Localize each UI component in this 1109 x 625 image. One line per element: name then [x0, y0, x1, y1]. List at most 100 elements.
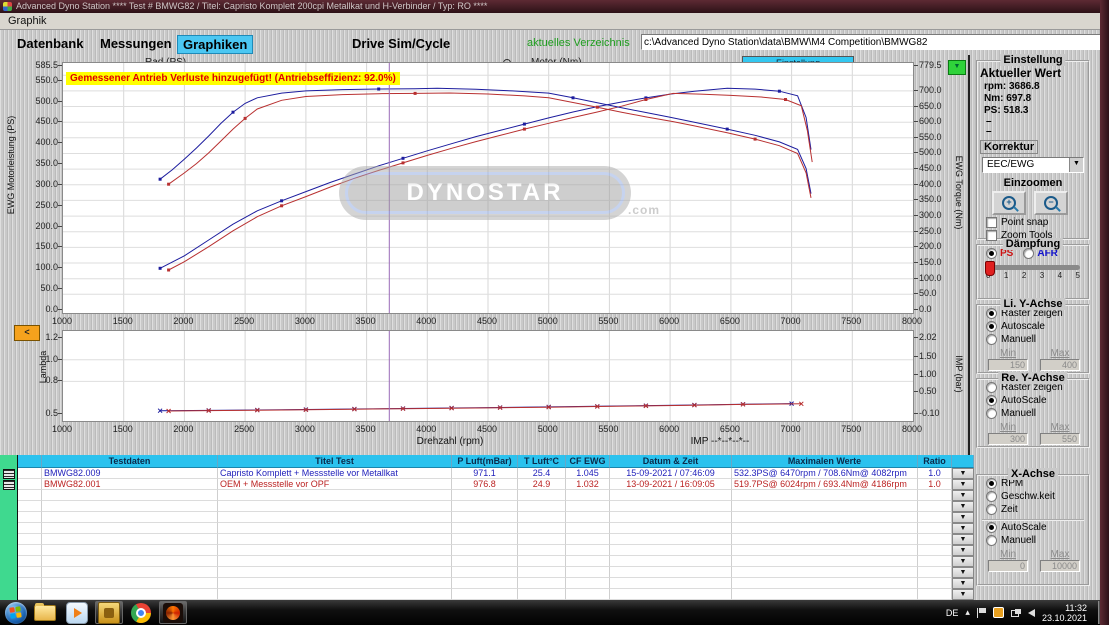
damping-slider[interactable] — [986, 265, 1080, 270]
row-dropdown-button[interactable]: ▼ — [952, 589, 974, 600]
row-dropdown-button[interactable]: ▼ — [952, 545, 974, 556]
table-cell[interactable]: 532.3PS@ 6470rpm / 708.6Nm@ 4082rpm — [732, 468, 918, 479]
radio-icon[interactable] — [986, 491, 997, 502]
radio-icon[interactable] — [986, 334, 997, 345]
radio-icon[interactable] — [986, 504, 997, 515]
hidden-icons-arrow-icon[interactable]: ▴ — [965, 607, 970, 618]
radio-icon[interactable] — [986, 478, 997, 489]
table-cell[interactable]: Capristo Komplett + Messstelle vor Metal… — [218, 468, 452, 479]
table-row[interactable]: BMWG82.001OEM + Messstelle vor OPF976.82… — [18, 479, 974, 490]
row-dropdown-button[interactable]: ▼ — [952, 512, 974, 523]
table-cell[interactable]: OEM + Messstelle vor OPF — [218, 479, 452, 490]
left-y-option-manuell[interactable]: Manuell — [986, 334, 1088, 345]
row-dropdown-button[interactable]: ▼ — [952, 479, 974, 490]
left-y-option-autoscale[interactable]: Autoscale — [986, 321, 1088, 332]
radio-icon[interactable] — [986, 382, 997, 393]
min-field[interactable]: 300 — [988, 433, 1028, 445]
table-row-empty[interactable]: ▼ — [18, 523, 974, 534]
row-dropdown-button[interactable]: ▼ — [952, 468, 974, 479]
table-cell[interactable]: 1.032 — [566, 479, 610, 490]
table-cell[interactable]: BMWG82.009 — [42, 468, 218, 479]
zoom-out-button[interactable]: − — [1034, 191, 1068, 215]
checkbox-point-snap[interactable]: Point snap — [986, 217, 1088, 228]
table-cell[interactable]: 976.8 — [452, 479, 518, 490]
menu-graphik[interactable]: Graphik — [8, 15, 47, 27]
lambda-imp-chart[interactable] — [62, 330, 914, 422]
row-dropdown-button[interactable]: ▼ — [952, 534, 974, 545]
taskbar-dyno-station-button[interactable] — [159, 601, 187, 624]
x-axis-option-zeit[interactable]: Zeit — [986, 504, 1088, 515]
table-cell[interactable]: 25.4 — [518, 468, 566, 479]
table-cell[interactable] — [18, 468, 42, 479]
table-row-empty[interactable]: ▼ — [18, 589, 974, 600]
right-y-option-manuell[interactable]: Manuell — [986, 408, 1088, 419]
radio-icon[interactable] — [986, 395, 997, 406]
chevron-down-icon[interactable]: ▼ — [1069, 158, 1083, 172]
radio-icon[interactable] — [986, 248, 997, 259]
radio-icon[interactable] — [986, 535, 997, 546]
radio-icon[interactable] — [986, 408, 997, 419]
row-dropdown-button[interactable]: ▼ — [952, 523, 974, 534]
x-axis-option-geschw-keit[interactable]: Geschw.keit — [986, 491, 1088, 502]
tab-graphiken[interactable]: Graphiken — [177, 35, 253, 54]
row-marker-icon[interactable] — [3, 469, 15, 479]
table-cell[interactable] — [18, 479, 42, 490]
table-row-empty[interactable]: ▼ — [18, 501, 974, 512]
radio-icon[interactable] — [1023, 248, 1034, 259]
table-row-empty[interactable]: ▼ — [18, 556, 974, 567]
table-cell[interactable]: 971.1 — [452, 468, 518, 479]
start-button[interactable] — [5, 602, 27, 624]
right-y-option-autoscale[interactable]: AutoScale — [986, 395, 1088, 406]
table-row-empty[interactable]: ▼ — [18, 578, 974, 589]
x-scale-option-manuell[interactable]: Manuell — [986, 535, 1088, 546]
min-field[interactable]: 0 — [988, 560, 1028, 572]
radio-icon[interactable] — [986, 308, 997, 319]
row-dropdown-button[interactable]: ▼ — [952, 556, 974, 567]
system-tray[interactable]: DE ▴ 11:32 23.10.2021 — [946, 601, 1109, 624]
checkbox-icon[interactable] — [986, 217, 997, 228]
table-cell[interactable]: 1.0 — [918, 468, 952, 479]
network-icon[interactable] — [1011, 609, 1021, 617]
min-field[interactable]: 150 — [988, 359, 1028, 371]
table-cell[interactable]: BMWG82.001 — [42, 479, 218, 490]
max-field[interactable]: 550 — [1040, 433, 1080, 445]
clock[interactable]: 11:32 23.10.2021 — [1042, 603, 1087, 623]
checkbox-icon[interactable] — [986, 230, 997, 241]
table-row-empty[interactable]: ▼ — [18, 545, 974, 556]
taskbar[interactable]: DE ▴ 11:32 23.10.2021 — [0, 600, 1109, 625]
menu-bar[interactable]: Graphik — [0, 13, 1109, 30]
collapse-chart-button[interactable]: < — [14, 325, 40, 341]
table-row-empty[interactable]: ▼ — [18, 567, 974, 578]
slider-thumb[interactable] — [985, 261, 995, 276]
table-cell[interactable]: 24.9 — [518, 479, 566, 490]
table-cell[interactable]: 13-09-2021 / 16:09:05 — [610, 479, 732, 490]
taskbar-media-player-button[interactable] — [63, 601, 91, 624]
action-center-flag-icon[interactable] — [977, 608, 986, 618]
max-field[interactable]: 400 — [1040, 359, 1080, 371]
tray-app-icon[interactable] — [993, 607, 1004, 618]
tab-datenbank[interactable]: Datenbank — [12, 35, 88, 52]
row-marker-icon[interactable] — [3, 480, 15, 490]
current-directory-input[interactable] — [641, 34, 1101, 50]
x-scale-option-autoscale[interactable]: AutoScale — [986, 522, 1088, 533]
row-dropdown-button[interactable]: ▼ — [952, 578, 974, 589]
test-data-table[interactable]: TestdatenTitel TestP Luft(mBar)T Luft°CC… — [18, 455, 974, 600]
zoom-in-button[interactable]: + — [992, 191, 1026, 215]
table-row-empty[interactable]: ▼ — [18, 534, 974, 545]
row-dropdown-button[interactable]: ▼ — [952, 501, 974, 512]
table-row-empty[interactable]: ▼ — [18, 512, 974, 523]
table-cell[interactable]: 1.045 — [566, 468, 610, 479]
table-row[interactable]: BMWG82.009Capristo Komplett + Messstelle… — [18, 468, 974, 479]
row-dropdown-button[interactable]: ▼ — [952, 490, 974, 501]
speaker-icon[interactable] — [1028, 609, 1035, 617]
taskbar-chrome-button[interactable] — [127, 601, 155, 624]
taskbar-dyno-utility-button[interactable] — [95, 601, 123, 624]
tab-drive-sim-cycle[interactable]: Drive Sim/Cycle — [347, 35, 455, 52]
radio-icon[interactable] — [986, 522, 997, 533]
table-cell[interactable]: 1.0 — [918, 479, 952, 490]
table-row-empty[interactable]: ▼ — [18, 490, 974, 501]
language-indicator[interactable]: DE — [946, 608, 959, 618]
table-cell[interactable]: 519.7PS@ 6024rpm / 693.4Nm@ 4186rpm — [732, 479, 918, 490]
row-dropdown-button[interactable]: ▼ — [952, 567, 974, 578]
korrektur-dropdown[interactable]: EEC/EWG▼ — [982, 157, 1084, 173]
